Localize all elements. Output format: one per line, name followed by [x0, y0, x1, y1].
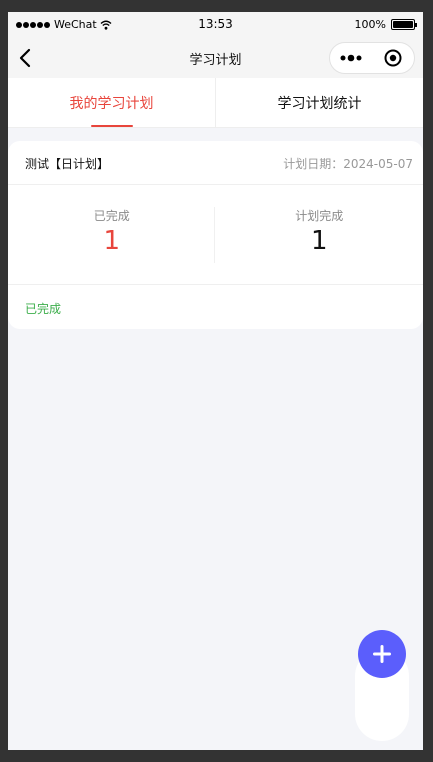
stat-divider — [214, 207, 215, 263]
close-miniprogram-button[interactable] — [372, 43, 414, 73]
more-button[interactable] — [330, 43, 372, 73]
add-plan-button[interactable] — [358, 630, 406, 678]
battery-icon — [391, 19, 417, 30]
battery-percent: 100% — [354, 18, 386, 31]
stat-target: 计划完成 1 — [216, 185, 424, 284]
phone-screen: WeChat 13:53 100% 学习计划 我的学习计划 学习计划统计 测试【… — [8, 12, 423, 750]
stat-completed-value: 1 — [103, 226, 121, 256]
plan-date: 计划日期：2024-05-07 — [283, 157, 413, 171]
tab-my-plans[interactable]: 我的学习计划 — [8, 78, 215, 127]
status-bar: WeChat 13:53 100% — [8, 12, 423, 38]
tab-active-indicator — [90, 125, 133, 127]
plan-status: 已完成 — [25, 302, 62, 316]
mini-program-capsule — [329, 42, 415, 74]
stat-completed: 已完成 1 — [8, 185, 216, 284]
plan-name: 测试【日计划】 — [25, 157, 110, 171]
tab-bar: 我的学习计划 学习计划统计 — [8, 78, 423, 128]
status-right: 100% — [354, 18, 417, 31]
stat-target-label: 计划完成 — [295, 209, 344, 223]
plan-card[interactable]: 测试【日计划】 计划日期：2024-05-07 已完成 1 计划完成 1 已完成 — [8, 141, 423, 329]
stat-target-value: 1 — [310, 226, 328, 256]
plan-card-header: 测试【日计划】 计划日期：2024-05-07 — [8, 141, 423, 185]
stat-completed-label: 已完成 — [93, 209, 130, 223]
more-dots-icon — [340, 54, 362, 62]
plus-icon — [373, 645, 391, 663]
tab-plan-stats[interactable]: 学习计划统计 — [215, 78, 423, 127]
tab-label: 我的学习计划 — [69, 95, 154, 112]
target-circle-icon — [384, 49, 402, 67]
tab-label: 学习计划统计 — [277, 95, 362, 112]
plan-stats: 已完成 1 计划完成 1 — [8, 185, 423, 285]
nav-bar: 学习计划 — [8, 38, 423, 78]
